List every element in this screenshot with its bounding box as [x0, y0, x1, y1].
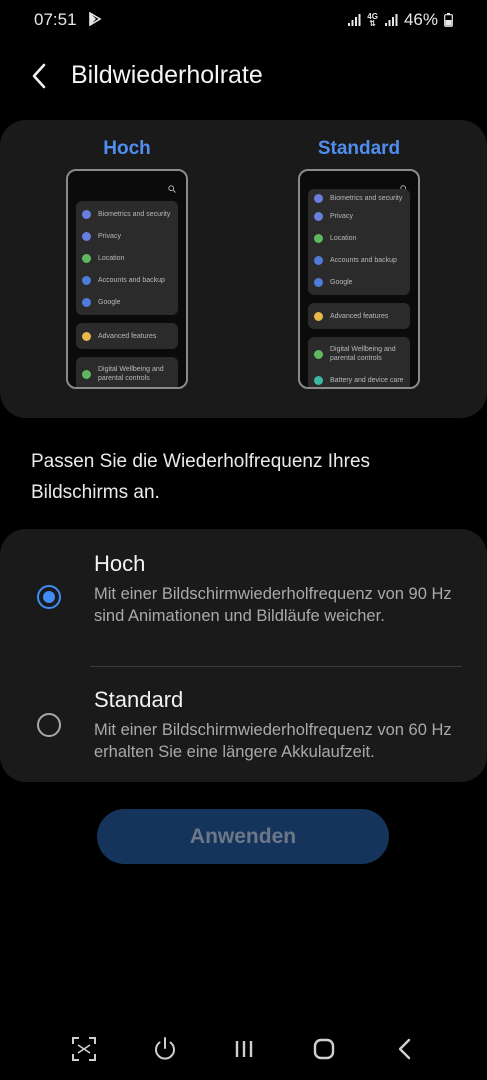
signal-icon	[348, 14, 361, 26]
settings-group: Advanced features	[308, 303, 410, 329]
list-item-label: Accounts and backup	[330, 256, 397, 264]
status-bar: 07:51 4G ⇅ 46%	[0, 0, 487, 40]
radio-button-selected[interactable]	[37, 585, 61, 609]
data-arrows-icon: ⇅	[369, 19, 376, 28]
back-icon[interactable]	[390, 1034, 420, 1064]
power-icon[interactable]	[150, 1034, 180, 1064]
option-description: Mit einer Bildschirmwiederholfrequenz vo…	[94, 721, 452, 761]
list-item: Privacy	[76, 225, 178, 247]
apply-button[interactable]: Anwenden	[97, 809, 389, 864]
list-item: Google	[76, 291, 178, 313]
star-icon	[82, 331, 91, 341]
wellbeing-icon	[314, 349, 323, 359]
star-icon	[314, 311, 323, 321]
option-standard[interactable]: Standard Mit einer Bildschirmwiederholfr…	[0, 667, 487, 782]
list-item-label: Accounts and backup	[98, 276, 165, 284]
status-time: 07:51	[34, 10, 77, 29]
battery-percent: 46%	[403, 10, 438, 29]
wellbeing-icon	[82, 369, 91, 379]
settings-group: Advanced features	[76, 323, 178, 349]
google-icon	[314, 277, 323, 287]
phone-preview-high: Biometrics and security Privacy Location…	[66, 169, 188, 389]
battery-icon	[444, 13, 453, 27]
home-icon[interactable]	[309, 1034, 339, 1064]
list-item: Google	[308, 271, 410, 293]
option-title: Hoch	[94, 551, 146, 576]
preview-label-high: Hoch	[103, 138, 151, 159]
option-title: Standard	[94, 687, 184, 712]
privacy-icon	[314, 211, 323, 221]
list-item-label: Digital Wellbeing and parental controls	[330, 346, 396, 362]
list-item: Digital Wellbeing and parental controls	[76, 359, 178, 387]
list-item-label: Location	[330, 234, 357, 242]
location-icon	[314, 233, 323, 243]
list-item: Digital Wellbeing and parental controls	[308, 339, 410, 369]
list-item: Advanced features	[308, 305, 410, 327]
list-item-label: Biometrics and security	[330, 194, 403, 202]
settings-group: Biometrics and security Privacy Location…	[76, 201, 178, 315]
settings-group: Biometrics and security Privacy Location…	[308, 189, 410, 295]
list-item: Biometrics and security	[76, 203, 178, 225]
description-text: Passen Sie die Wiederholfrequenz Ihres B…	[31, 451, 371, 503]
battery-care-icon	[314, 375, 323, 385]
refresh-rate-options: Hoch Mit einer Bildschirmwiederholfreque…	[0, 529, 487, 782]
sync-icon	[82, 275, 91, 285]
list-item-label: Battery and device care	[330, 376, 404, 384]
option-high[interactable]: Hoch Mit einer Bildschirmwiederholfreque…	[0, 529, 487, 666]
play-store-icon	[89, 12, 102, 26]
list-item-label: Advanced features	[330, 312, 389, 320]
list-item-label: Google	[330, 278, 353, 286]
radio-button-unselected[interactable]	[37, 713, 61, 737]
page-title: Bildwiederholrate	[71, 61, 263, 89]
list-item: Location	[308, 227, 410, 249]
list-item-label: Advanced features	[98, 332, 157, 340]
settings-group: Digital Wellbeing and parental controls	[76, 357, 178, 387]
shield-icon	[314, 193, 323, 203]
search-icon	[168, 185, 176, 193]
app-header: Bildwiederholrate	[0, 52, 487, 100]
navigation-bar	[0, 1022, 487, 1076]
list-item-label: Privacy	[330, 212, 353, 220]
preview-card: Hoch Standard Biometrics and security Pr…	[0, 120, 487, 418]
list-item: Accounts and backup	[308, 249, 410, 271]
list-item: Privacy	[308, 205, 410, 227]
list-item-label: Digital Wellbeing and parental controls	[98, 366, 164, 382]
preview-label-standard: Standard	[317, 138, 401, 159]
list-item: Accounts and backup	[76, 269, 178, 291]
chevron-left-icon[interactable]	[26, 62, 54, 90]
phone-preview-standard: Biometrics and security Privacy Location…	[298, 169, 420, 389]
phone-settings-list: Biometrics and security Privacy Location…	[308, 189, 410, 387]
list-item: Location	[76, 247, 178, 269]
list-item-label: Privacy	[98, 232, 121, 240]
list-item: Battery and device care	[308, 369, 410, 387]
phone-settings-list: Biometrics and security Privacy Location…	[76, 201, 178, 387]
privacy-icon	[82, 231, 91, 241]
recents-icon[interactable]	[229, 1034, 259, 1064]
google-icon	[82, 297, 91, 307]
sync-icon	[314, 255, 323, 265]
list-item: Biometrics and security	[308, 191, 410, 205]
screenshot-icon[interactable]	[69, 1034, 99, 1064]
option-description: Mit einer Bildschirmwiederholfrequenz vo…	[94, 585, 452, 625]
signal-icon	[384, 14, 398, 26]
list-item-label: Google	[98, 298, 121, 306]
network-indicator: 4G ⇅	[367, 13, 378, 28]
list-item-label: Location	[98, 254, 125, 262]
settings-group: Digital Wellbeing and parental controls …	[308, 337, 410, 387]
location-icon	[82, 253, 91, 263]
list-item-label: Biometrics and security	[98, 210, 171, 218]
list-item: Advanced features	[76, 325, 178, 347]
shield-icon	[82, 209, 91, 219]
status-indicators: 4G ⇅ 46%	[347, 10, 453, 30]
